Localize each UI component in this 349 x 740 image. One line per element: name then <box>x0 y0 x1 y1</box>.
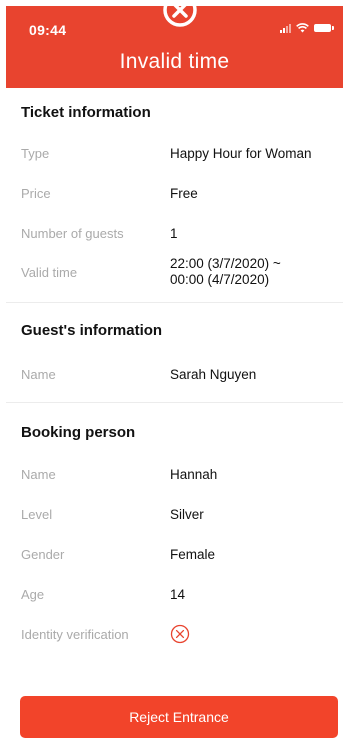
section-title-booking-person: Booking person <box>21 424 136 441</box>
section-title-guest-information: Guest's information <box>21 322 163 339</box>
row-value: Free <box>170 186 198 201</box>
guest-row-name: Name Sarah Nguyen <box>21 367 339 407</box>
row-value: Happy Hour for Woman <box>170 146 312 161</box>
row-label: Name <box>21 467 56 482</box>
booking-row-identity-verification: Identity verification <box>21 624 339 667</box>
divider <box>6 402 343 403</box>
booking-row-gender: Gender Female <box>21 547 339 587</box>
divider <box>6 302 343 303</box>
row-value: Silver <box>170 507 204 522</box>
row-value-line1: 22:00 (3/7/2020) ~ <box>170 256 281 271</box>
ticket-row-type: Type Happy Hour for Woman <box>21 146 339 186</box>
row-label: Price <box>21 186 51 201</box>
page-title: Invalid time <box>119 50 230 73</box>
reject-entrance-button[interactable]: Reject Entrance <box>20 696 338 738</box>
row-value: 14 <box>170 587 186 602</box>
row-value: Female <box>170 547 216 562</box>
header-bar: 09:44 Invalid time <box>6 0 343 88</box>
ticket-row-price: Price Free <box>21 186 339 226</box>
row-label: Type <box>21 146 50 161</box>
row-label: Identity verification <box>21 627 129 642</box>
booking-row-name: Name Hannah <box>21 467 339 507</box>
wifi-icon <box>296 23 309 33</box>
booking-row-level: Level Silver <box>21 507 339 547</box>
row-label: Level <box>21 507 53 522</box>
booking-row-age: Age 14 <box>21 587 339 627</box>
row-label: Number of guests <box>21 226 124 241</box>
row-value: 1 <box>170 226 178 241</box>
battery-icon <box>314 24 334 32</box>
signal-icon <box>280 23 291 33</box>
section-title-ticket-information: Ticket information <box>21 104 151 121</box>
invalid-status-icon <box>163 0 197 27</box>
row-label: Gender <box>21 547 65 562</box>
status-icons <box>280 23 334 33</box>
x-circle-icon <box>170 624 190 644</box>
row-value-line2: 00:00 (4/7/2020) <box>170 272 270 287</box>
row-label: Age <box>21 587 45 602</box>
row-value: Hannah <box>170 467 218 482</box>
status-time: 09:44 <box>29 22 67 38</box>
row-label: Name <box>21 367 56 382</box>
row-value: Sarah Nguyen <box>170 367 257 382</box>
row-label: Valid time <box>21 265 78 280</box>
ticket-row-valid-time: Valid time 22:00 (3/7/2020) ~ 00:00 (4/7… <box>21 256 339 299</box>
